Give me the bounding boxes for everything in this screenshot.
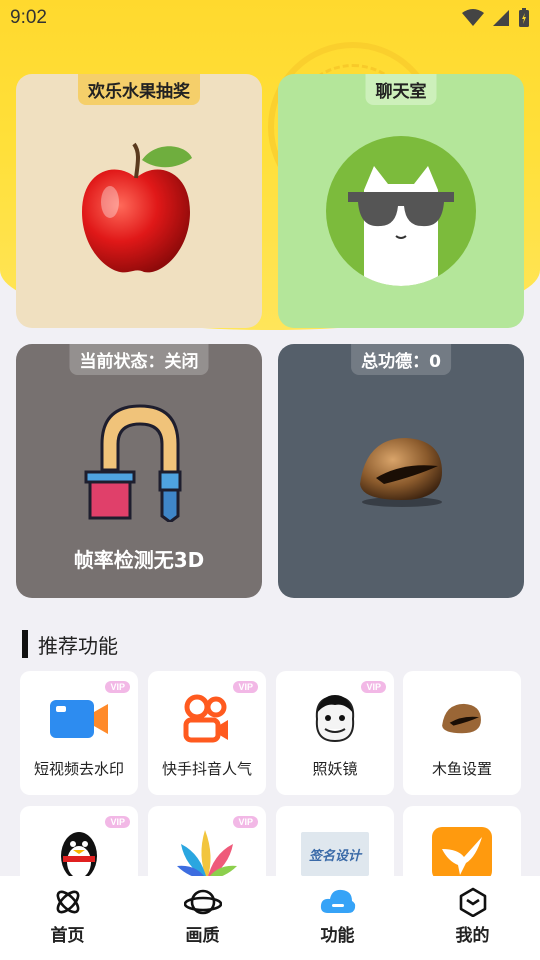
feature-label: 木鱼设置 [431, 760, 492, 778]
feature-muyu-settings[interactable]: 木鱼设置 [403, 671, 521, 795]
wifi-icon [462, 9, 484, 26]
nav-label: 首页 [50, 925, 85, 946]
signature-text: 签名设计 [308, 848, 361, 864]
signal-icon [493, 10, 509, 26]
apple-icon [82, 142, 192, 273]
nav-label: 功能 [320, 925, 355, 946]
status-bar: 9:02 [0, 0, 540, 36]
status-time: 9:02 [10, 7, 47, 28]
cool-cat-icon [326, 136, 476, 286]
nav-mine[interactable]: 我的 [405, 876, 540, 960]
merit-count-label: 总功德：0 [351, 344, 451, 375]
section-title-text: 推荐功能 [38, 633, 118, 658]
nav-label: 画质 [185, 925, 220, 946]
fps-caption: 帧率检测无3D [73, 548, 205, 572]
fps-status-label: 当前状态：关闭 [69, 344, 209, 375]
planet-icon [183, 889, 222, 914]
section-marker [22, 630, 28, 658]
home-atom-icon [56, 890, 79, 913]
hummingbird-icon [430, 826, 494, 882]
nav-home[interactable]: 首页 [0, 876, 135, 960]
fruit-lottery-title: 欢乐水果抽奖 [78, 74, 200, 105]
chat-room-title: 聊天室 [365, 74, 437, 105]
bottom-nav: 首页 画质 功能 我的 [0, 876, 540, 960]
fps-detect-card[interactable]: 当前状态：关闭 帧率检测无3D [16, 344, 262, 598]
cube-icon [459, 887, 486, 917]
feature-label: 快手抖音人气 [161, 760, 252, 778]
signature-icon: 签名设计 [301, 832, 369, 876]
qq-penguin-icon [47, 826, 111, 882]
feature-magic-mirror[interactable]: VIP 照妖镜 [276, 671, 394, 795]
nav-quality[interactable]: 画质 [135, 876, 270, 960]
petal-icon [175, 826, 239, 882]
wooden-fish-icon [360, 438, 442, 507]
feature-watermark-remove[interactable]: VIP 短视频去水印 [20, 671, 138, 795]
wooden-fish-icon [430, 691, 494, 747]
status-icons [462, 8, 530, 28]
section-title: 推荐功能 [22, 630, 118, 658]
nav-features[interactable]: 功能 [270, 876, 405, 960]
feature-popularity[interactable]: VIP 快手抖音人气 [148, 671, 266, 795]
fruit-lottery-card[interactable]: 欢乐水果抽奖 [16, 74, 262, 328]
video-camera-icon [47, 691, 111, 747]
kuaishou-icon [175, 691, 239, 747]
meme-face-icon [303, 691, 367, 747]
chat-room-card[interactable]: 聊天室 [278, 74, 524, 328]
feature-label: 短视频去水印 [33, 760, 124, 778]
wooden-fish-card[interactable]: 总功德：0 [278, 344, 524, 598]
paint-brush-icon [84, 404, 182, 522]
nav-label: 我的 [455, 925, 490, 946]
cloud-icon [320, 889, 355, 913]
feature-label: 照妖镜 [312, 760, 358, 778]
battery-icon [519, 8, 529, 27]
